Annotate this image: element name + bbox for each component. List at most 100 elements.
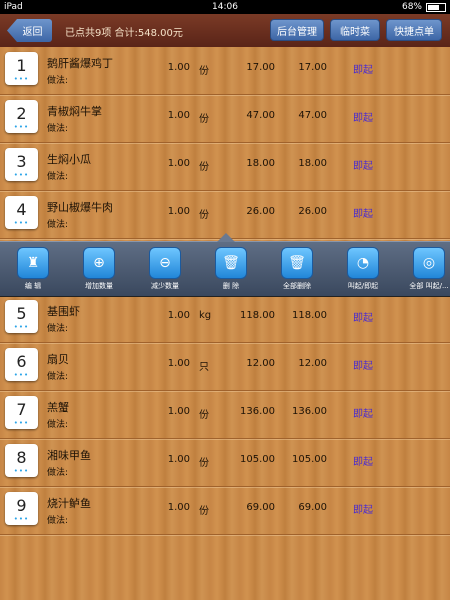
line-total: 18.00: [298, 158, 327, 169]
popover-pointer: [217, 233, 235, 242]
unit: 份: [199, 506, 209, 517]
unit: 份: [199, 162, 209, 173]
operation-button[interactable]: 🗑 删 除: [198, 247, 264, 291]
quantity: 1.00: [167, 62, 190, 73]
line-total: 47.00: [298, 110, 327, 121]
line-total: 26.00: [298, 206, 327, 217]
back-button[interactable]: 返回: [7, 19, 52, 42]
serve-now-link[interactable]: 即起: [353, 405, 373, 420]
order-list: 1 ••• 鹅肝酱爆鸡丁 做法: 1.00 份 17.00 17.00 即起 2 ••• 青椒焖牛掌做…: [0, 47, 450, 600]
method-label: 做法:: [47, 420, 69, 430]
line-total: 69.00: [298, 502, 327, 513]
status-right: 68%: [402, 0, 446, 14]
unit: 份: [199, 210, 209, 221]
unit: 份: [199, 458, 209, 469]
more-dots-icon: •••: [13, 171, 30, 179]
method-label: 做法:: [47, 468, 69, 478]
line-total: 105.00: [292, 454, 327, 465]
operation-label: 删 除: [222, 282, 240, 290]
line-total: 12.00: [298, 358, 327, 369]
index-badge: 2 •••: [5, 100, 38, 133]
quantity: 1.00: [167, 206, 190, 217]
row-index: 1: [16, 56, 27, 75]
order-row[interactable]: 7 ••• 羔蟹 做法: 1.00 份 136.00 136.00 即起: [0, 391, 450, 439]
row-index: 9: [16, 496, 27, 515]
method-label: 做法:: [47, 172, 69, 182]
unit: kg: [199, 310, 212, 321]
quantity: 1.00: [167, 110, 190, 121]
operation-button[interactable]: 🗑 全部删除: [264, 247, 330, 291]
operation-label: 减少数量: [151, 282, 179, 290]
method-label: 做法:: [47, 76, 69, 86]
unit: 份: [199, 66, 209, 77]
operation-button[interactable]: ♜ 编 辑: [0, 247, 66, 291]
battery-icon: [426, 2, 446, 12]
unit-price: 26.00: [246, 206, 275, 217]
method-label: 做法:: [47, 324, 69, 334]
more-dots-icon: •••: [13, 323, 30, 331]
serve-now-link[interactable]: 即起: [353, 61, 373, 76]
dish-name: 野山椒爆牛肉: [47, 201, 113, 214]
order-summary: 已点共9项 合计:548.00元: [65, 28, 183, 39]
more-dots-icon: •••: [13, 419, 30, 427]
row-index: 7: [16, 400, 27, 419]
row-index: 6: [16, 352, 27, 371]
serve-now-link[interactable]: 即起: [353, 357, 373, 372]
top-toolbar: 返回 已点共9项 合计:548.00元 后台管理 临时菜 快捷点单: [0, 14, 450, 48]
temp-dish-button[interactable]: 临时菜: [330, 19, 380, 41]
unit-price: 17.00: [246, 62, 275, 73]
quick-order-button[interactable]: 快捷点单: [386, 19, 442, 41]
operation-button[interactable]: ⊕ 增加数量: [66, 247, 132, 291]
order-row[interactable]: 2 ••• 青椒焖牛掌 做法: 1.00 份 47.00 47.00 即起: [0, 95, 450, 143]
dish-name: 羔蟹: [47, 401, 69, 414]
line-total: 17.00: [298, 62, 327, 73]
operation-label: 全部 叫起/...: [409, 282, 449, 290]
row-index: 3: [16, 152, 27, 171]
method-label: 做法:: [47, 372, 69, 382]
row-index: 4: [16, 200, 27, 219]
order-row[interactable]: 5 ••• 基围虾 做法: 1.00 kg 118.00 118.00 即起: [0, 295, 450, 343]
backend-manage-button[interactable]: 后台管理: [270, 19, 324, 41]
operation-button[interactable]: ◔ 叫起/即起: [330, 247, 396, 291]
index-badge: 4 •••: [5, 196, 38, 229]
trash-all-icon: 🗑: [281, 247, 313, 279]
operation-popover: ♜ 编 辑 ⊕ 增加数量 ⊖ 减少数量 🗑 删 除 🗑 全部删除 ◔ 叫起/即起 ◎ 全部 叫起/...: [0, 233, 450, 297]
line-total: 136.00: [292, 406, 327, 417]
more-dots-icon: •••: [13, 515, 30, 523]
serve-now-link[interactable]: 即起: [353, 501, 373, 516]
more-dots-icon: •••: [13, 123, 30, 131]
operation-label: 增加数量: [85, 282, 113, 290]
serve-now-link[interactable]: 即起: [353, 157, 373, 172]
dish-name: 基围虾: [47, 305, 80, 318]
serve-now-link[interactable]: 即起: [353, 109, 373, 124]
method-label: 做法:: [47, 516, 69, 526]
order-row[interactable]: 8 ••• 湘味甲鱼 做法: 1.00 份 105.00 105.00 即起: [0, 439, 450, 487]
dish-name: 烧汁鲈鱼: [47, 497, 91, 510]
quantity: 1.00: [167, 406, 190, 417]
order-row[interactable]: 6 ••• 扇贝 做法: 1.00 只 12.00 12.00 即起: [0, 343, 450, 391]
index-badge: 8 •••: [5, 444, 38, 477]
index-badge: 5 •••: [5, 300, 38, 333]
operation-label: 编 辑: [24, 282, 42, 290]
operation-label: 全部删除: [283, 282, 311, 290]
order-row[interactable]: 9 ••• 烧汁鲈鱼 做法: 1.00 份 69.00 69.00 即起: [0, 487, 450, 535]
row-index: 8: [16, 448, 27, 467]
serve-now-link[interactable]: 即起: [353, 453, 373, 468]
order-row[interactable]: 4 ••• 野山椒爆牛肉 做法: 1.00 份 26.00 26.00 即起: [0, 191, 450, 239]
bottle-icon: ♜: [17, 247, 49, 279]
minus-icon: ⊖: [149, 247, 181, 279]
plus-icon: ⊕: [83, 247, 115, 279]
operation-button[interactable]: ⊖ 减少数量: [132, 247, 198, 291]
operation-button[interactable]: ◎ 全部 叫起/...: [396, 247, 450, 291]
unit-price: 47.00: [246, 110, 275, 121]
order-row[interactable]: 1 ••• 鹅肝酱爆鸡丁 做法: 1.00 份 17.00 17.00 即起: [0, 47, 450, 95]
unit-price: 69.00: [246, 502, 275, 513]
serve-now-link[interactable]: 即起: [353, 309, 373, 324]
more-dots-icon: •••: [13, 371, 30, 379]
method-label: 做法:: [47, 220, 69, 230]
serve-now-link[interactable]: 即起: [353, 205, 373, 220]
index-badge: 7 •••: [5, 396, 38, 429]
clock: 14:06: [212, 2, 238, 12]
order-row[interactable]: 3 ••• 生焖小瓜 做法: 1.00 份 18.00 18.00 即起: [0, 143, 450, 191]
dish-name: 湘味甲鱼: [47, 449, 91, 462]
